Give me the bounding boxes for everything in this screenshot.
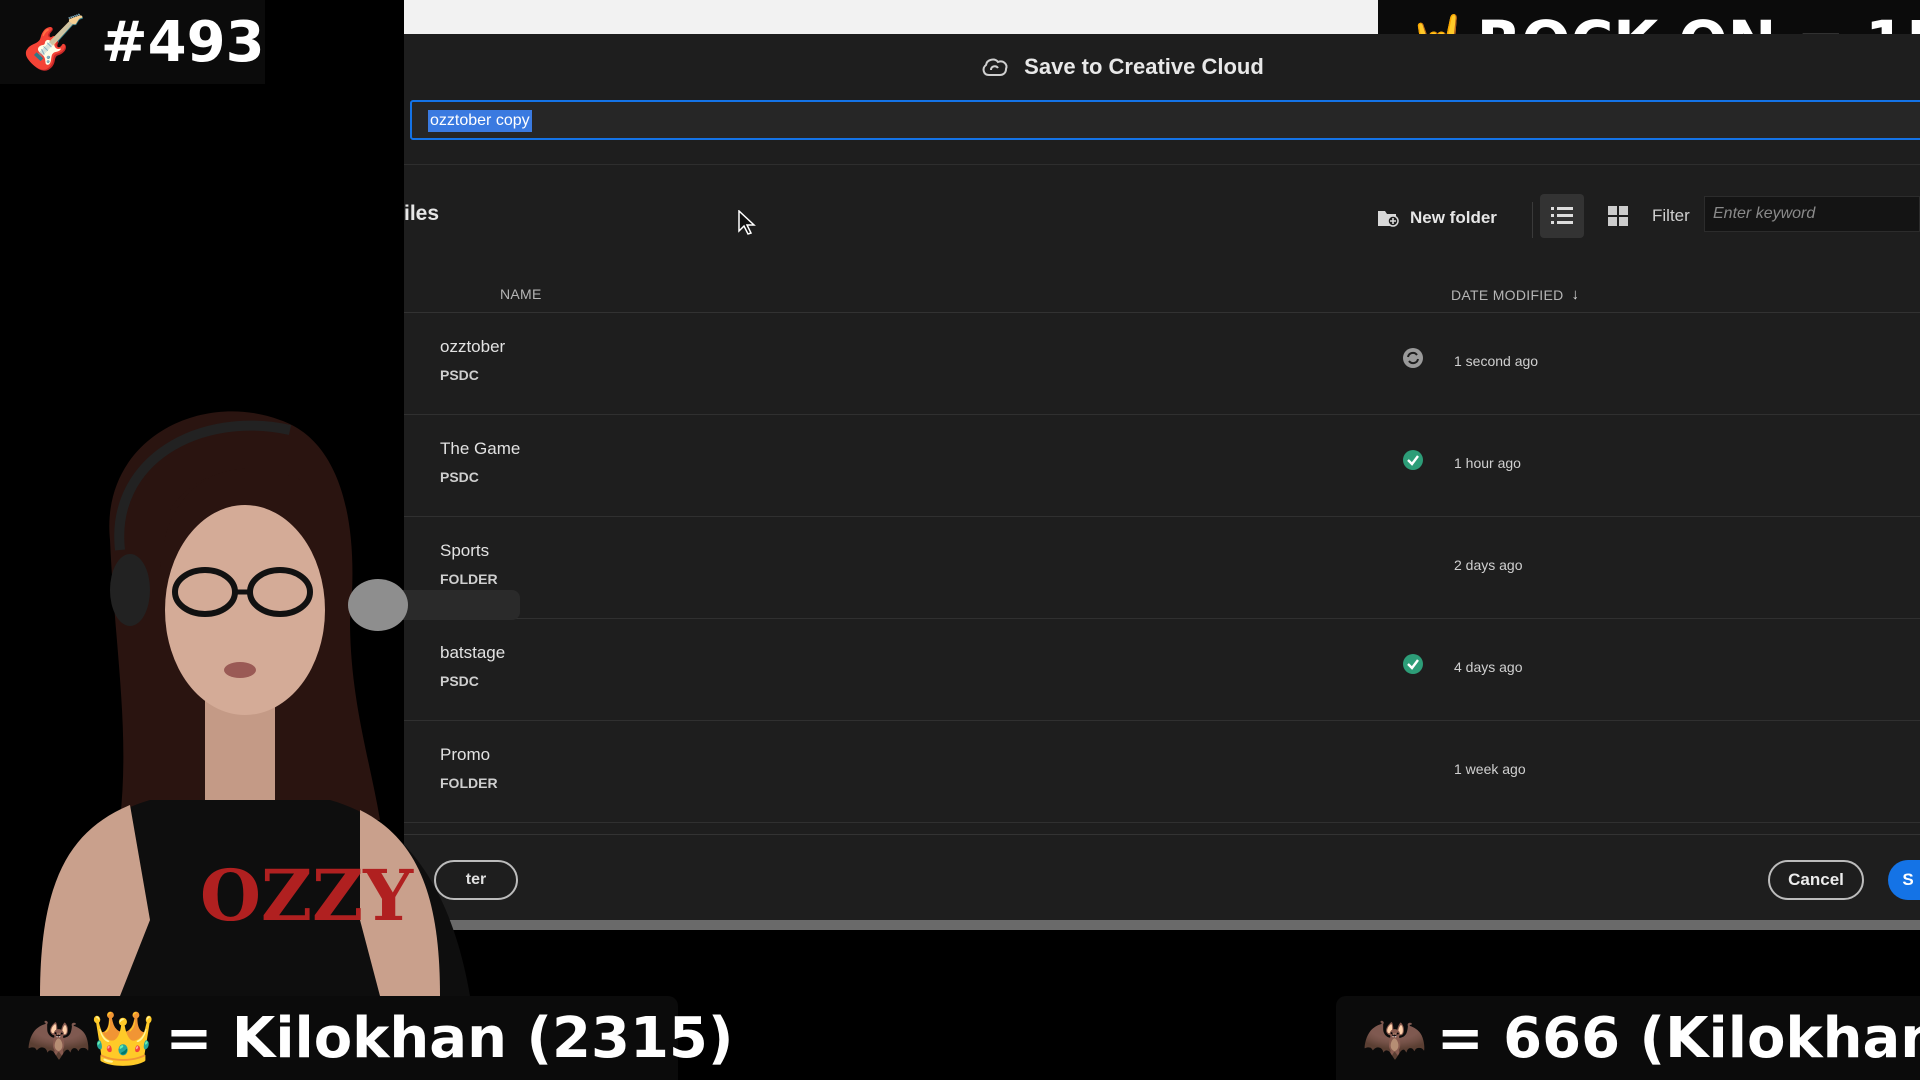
divider (404, 164, 1920, 165)
window-scrollbar (404, 920, 1920, 930)
microphone (348, 579, 520, 631)
bits-text: = 666 (Kilokhan) (1436, 1005, 1920, 1071)
grid-view-icon (1608, 206, 1628, 226)
footer-divider (404, 834, 1920, 835)
bits-overlay: 🦇 = 666 (Kilokhan) (1336, 996, 1920, 1080)
save-dialog: Save to Creative Cloud ozztober copy ile… (404, 34, 1920, 930)
sort-descending-icon: ↓ (1571, 286, 1580, 303)
list-view-button[interactable] (1540, 194, 1584, 238)
file-type: PSDC (440, 367, 479, 383)
cancel-button[interactable]: Cancel (1768, 860, 1864, 900)
toolbar-separator (1532, 202, 1533, 238)
save-button[interactable]: S (1888, 860, 1920, 900)
file-date-modified: 1 hour ago (1454, 455, 1521, 471)
synced-check-icon (1403, 654, 1423, 674)
bat-crown-icon: 🦇👑 (26, 1008, 156, 1069)
file-row[interactable]: Sports FOLDER 2 days ago (404, 517, 1920, 619)
new-folder-button[interactable]: New folder (1376, 202, 1497, 234)
webcam-feed: OZZY (40, 411, 520, 996)
streamer-figure: OZZY (40, 411, 470, 996)
column-header-date-modified[interactable]: DATE MODIFIED ↓ (1451, 286, 1579, 303)
file-row[interactable]: Promo FOLDER 1 week ago (404, 721, 1920, 823)
filter-label: Filter (1652, 206, 1690, 225)
svg-text:OZZY: OZZY (200, 854, 414, 937)
column-header-name[interactable]: NAME (500, 286, 542, 302)
new-folder-icon (1378, 211, 1399, 227)
stream-counter-overlay: 🎸 #493 (0, 0, 265, 84)
file-date-modified: 1 second ago (1454, 353, 1539, 369)
stream-counter-text: #493 (100, 9, 265, 75)
top-supporter-overlay: 🦇👑 = Kilokhan (2315) (0, 996, 733, 1080)
section-title: iles (404, 202, 440, 225)
creative-cloud-icon (982, 58, 1008, 76)
file-row[interactable]: ozztober PSDC 1 second ago (404, 313, 1920, 415)
file-row[interactable]: batstage PSDC 4 days ago (404, 619, 1920, 721)
synced-check-icon (1403, 450, 1423, 470)
grid-view-button[interactable] (1596, 194, 1640, 238)
top-supporter-text: = Kilokhan (2315) (165, 1005, 734, 1071)
syncing-icon (1403, 348, 1423, 368)
mouse-cursor-icon (738, 210, 756, 235)
file-row[interactable]: The Game PSDC 1 hour ago (404, 415, 1920, 517)
filename-selection: ozztober copy (428, 110, 532, 132)
dialog-header: Save to Creative Cloud (404, 34, 1920, 100)
column-header-date-label: DATE MODIFIED (1451, 286, 1564, 303)
dialog-title: Save to Creative Cloud (1024, 54, 1264, 79)
file-date-modified: 2 days ago (1454, 557, 1523, 573)
list-view-icon (1551, 207, 1573, 224)
filename-input[interactable] (410, 100, 1920, 140)
window-top-strip (404, 0, 1378, 34)
bat-icon: 🦇 (1362, 1008, 1427, 1069)
new-folder-label: New folder (1410, 208, 1497, 227)
file-date-modified: 4 days ago (1454, 659, 1523, 675)
filter-input[interactable] (1704, 196, 1920, 232)
file-name: ozztober (440, 337, 506, 356)
guitar-icon: 🎸 (22, 12, 87, 73)
file-date-modified: 1 week ago (1454, 761, 1526, 777)
